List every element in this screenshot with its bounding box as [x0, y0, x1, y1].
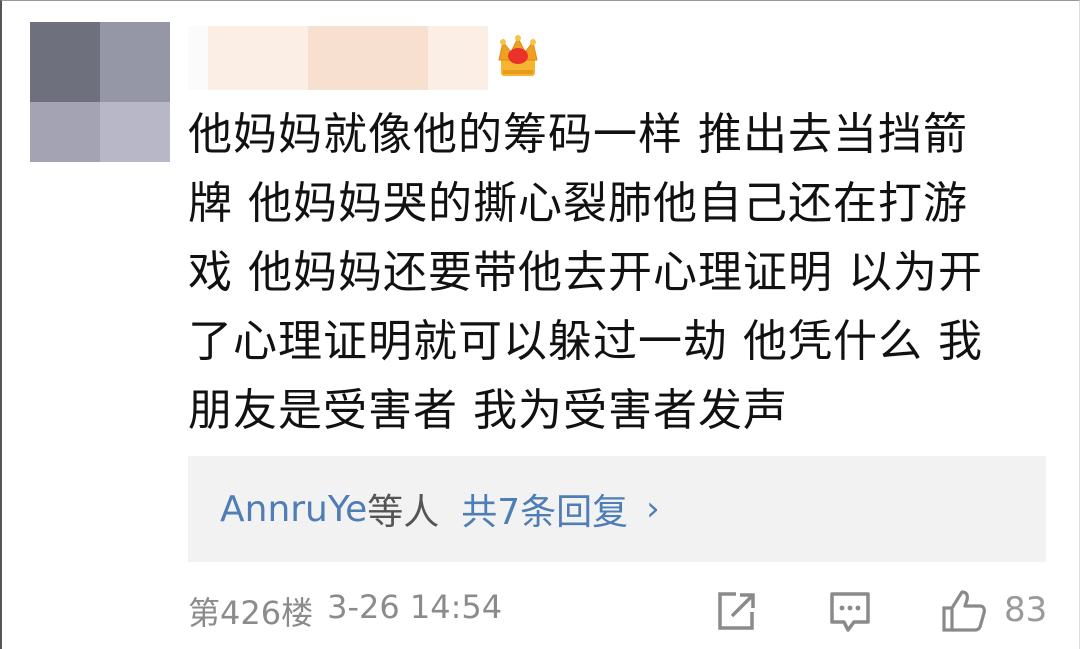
blur-block: [308, 26, 428, 90]
blur-block: [188, 26, 208, 90]
reply-count-link[interactable]: 共7条回复: [461, 483, 628, 535]
comment-meta: 第426楼 3-26 14:54: [188, 588, 502, 634]
comment-icon[interactable]: [828, 588, 872, 634]
comment-line: 戏 他妈妈还要带他去开心理证明 以为开: [188, 247, 983, 298]
share-icon[interactable]: [714, 588, 758, 634]
like-count: 83: [1004, 590, 1048, 630]
avatar-block: [100, 22, 170, 102]
avatar-block: [100, 102, 170, 162]
comment-line: 朋友是受害者 我为受害者发声: [188, 385, 788, 436]
blur-block: [428, 26, 488, 90]
reply-preview[interactable]: AnnruYe 等人 共7条回复 ›: [188, 456, 1046, 562]
avatar-block: [30, 102, 100, 162]
reply-user-link[interactable]: AnnruYe: [220, 489, 367, 530]
chevron-right-icon: ›: [646, 489, 660, 529]
comment-text: 他妈妈就像他的筹码一样 推出去当挡箭 牌 他妈妈哭的撕心裂肺他自己还在打游 戏 …: [188, 100, 1048, 445]
blur-block: [208, 26, 308, 90]
comment-line: 他妈妈就像他的筹码一样 推出去当挡箭: [188, 109, 968, 160]
like-icon[interactable]: [940, 588, 988, 634]
comment-line: 了心理证明就可以躲过一劫 他凭什么 我: [188, 316, 983, 367]
username-redacted[interactable]: [188, 26, 488, 90]
floor-number: 第426楼: [188, 594, 314, 632]
crown-icon: [498, 35, 538, 76]
avatar-block: [30, 22, 100, 102]
comment-line: 牌 他妈妈哭的撕心裂肺他自己还在打游: [188, 178, 968, 229]
reply-suffix: 等人: [367, 492, 440, 533]
timestamp: 3-26 14:54: [327, 588, 503, 626]
avatar[interactable]: [30, 22, 170, 162]
